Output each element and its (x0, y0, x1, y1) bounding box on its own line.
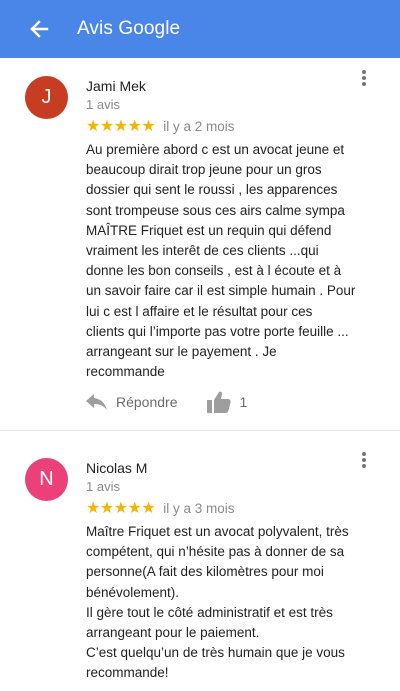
author-name[interactable]: Jami Mek (86, 77, 386, 95)
reply-label: Répondre (116, 394, 178, 410)
review-card: J Jami Mek 1 avis ★★★★★ il y a 2 mois Au… (0, 58, 400, 431)
like-button[interactable]: 1 (206, 388, 248, 416)
review-date: il y a 2 mois (163, 119, 235, 134)
reply-button[interactable]: Répondre (86, 388, 178, 416)
star-rating: ★★★★★ (86, 500, 156, 517)
rating-row: ★★★★★ il y a 2 mois (86, 117, 386, 137)
author-name[interactable]: Nicolas M (86, 459, 386, 477)
avatar[interactable]: N (25, 458, 68, 501)
review-date: il y a 3 mois (163, 501, 235, 516)
page-title: Avis Google (77, 18, 181, 39)
app-bar: Avis Google (0, 0, 400, 58)
review-card: N Nicolas M 1 avis ★★★★★ il y a 3 mois M… (0, 432, 400, 691)
reply-icon (86, 394, 107, 410)
like-count: 1 (239, 394, 248, 410)
review-text: Au première abord c est un avocat jeune … (86, 142, 356, 380)
thumbs-up-icon (206, 391, 231, 413)
review-content: Jami Mek 1 avis ★★★★★ il y a 2 mois Au p… (86, 77, 386, 382)
rating-row: ★★★★★ il y a 3 mois (86, 499, 386, 519)
avatar[interactable]: J (25, 76, 68, 119)
review-actions: Répondre 1 (86, 388, 247, 416)
back-button[interactable] (0, 0, 78, 58)
review-content: Nicolas M 1 avis ★★★★★ il y a 3 mois Maî… (86, 459, 386, 684)
review-count: 1 avis (86, 479, 120, 494)
star-rating: ★★★★★ (86, 118, 156, 135)
arrow-back-icon (30, 20, 49, 38)
review-count: 1 avis (86, 97, 120, 112)
review-text: Maître Friquet est un avocat polyvalent,… (86, 524, 349, 681)
